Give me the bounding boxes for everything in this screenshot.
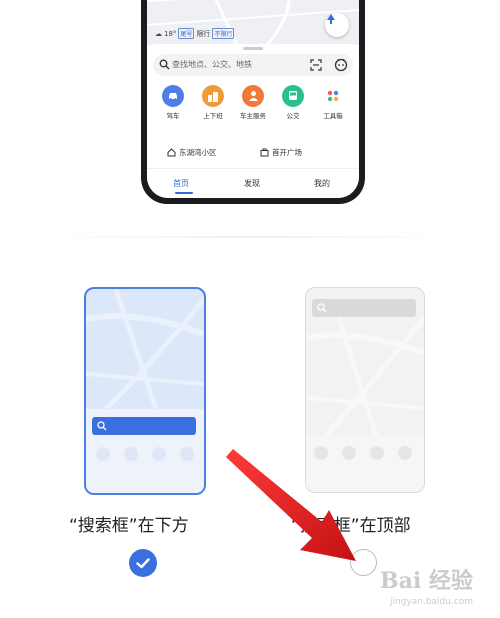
place-work[interactable]: 首开广场 xyxy=(260,147,302,158)
map-view[interactable]: ☁ 18° 尾号 限行 不限行 xyxy=(147,0,359,45)
dot-placeholder xyxy=(152,447,166,461)
dot-placeholder xyxy=(370,446,384,460)
active-tab-indicator xyxy=(175,192,193,194)
watermark-url: jingyan.baidu.com xyxy=(390,597,474,607)
phone-screen: ☁ 18° 尾号 限行 不限行 查找地点、公交、地铁 驾车 上下班 车主服务 公… xyxy=(147,0,359,198)
option-label-bottom[interactable]: “搜索框”在下方 xyxy=(69,511,189,536)
tool-commute[interactable]: 上下班 xyxy=(193,85,233,120)
dot-placeholder xyxy=(124,447,138,461)
tool-label: 驾车 xyxy=(166,112,180,120)
place-home[interactable]: 东湖湾小区 xyxy=(167,147,217,158)
search-icon xyxy=(317,303,327,313)
search-bar-illustration xyxy=(92,417,196,435)
tool-label: 车主服务 xyxy=(240,112,266,120)
tab-discover[interactable]: 发现 xyxy=(244,178,260,189)
search-box[interactable]: 查找地点、公交、地铁 xyxy=(153,54,353,76)
scan-icon[interactable] xyxy=(310,59,322,71)
voice-assistant-icon[interactable] xyxy=(334,58,348,72)
card-lower-panel xyxy=(306,436,424,492)
sheet-handle[interactable] xyxy=(243,47,263,50)
tool-label: 上下班 xyxy=(203,112,223,120)
search-bar-illustration xyxy=(312,299,416,317)
bottom-sheet: 查找地点、公交、地铁 驾车 上下班 车主服务 公交 工具箱 东湖湾小区 首开广场… xyxy=(147,44,359,198)
dot-placeholder xyxy=(96,447,110,461)
car-icon xyxy=(162,85,184,107)
search-icon xyxy=(159,59,170,70)
dot-placeholder xyxy=(342,446,356,460)
car-owner-icon xyxy=(242,85,264,107)
home-icon xyxy=(167,148,176,157)
restriction-badge: 不限行 xyxy=(212,28,235,39)
search-placeholder: 查找地点、公交、地铁 xyxy=(172,60,252,69)
option-radio-selected[interactable] xyxy=(129,549,157,577)
tool-label: 公交 xyxy=(286,112,300,120)
tool-label: 工具箱 xyxy=(323,112,343,120)
layout-option-search-top[interactable] xyxy=(305,287,425,493)
bus-icon xyxy=(282,85,304,107)
limit-text: 限行 xyxy=(196,29,211,38)
tab-mine[interactable]: 我的 xyxy=(314,178,330,189)
section-divider xyxy=(40,236,460,238)
dot-placeholder xyxy=(314,446,328,460)
place-label: 首开广场 xyxy=(272,148,302,157)
watermark-brand: Bai 经验 xyxy=(380,568,473,594)
tool-car-owner[interactable]: 车主服务 xyxy=(233,85,273,120)
weather-restriction[interactable]: ☁ 18° 尾号 限行 不限行 xyxy=(155,28,235,39)
tab-home[interactable]: 首页 xyxy=(173,178,189,189)
layout-option-search-bottom[interactable] xyxy=(84,287,206,495)
arrow-up-icon xyxy=(327,14,335,24)
tool-drive[interactable]: 驾车 xyxy=(153,85,193,120)
plate-badge: 尾号 xyxy=(178,28,195,39)
search-icon xyxy=(97,421,107,431)
option-label-top[interactable]: “搜索框”在顶部 xyxy=(291,511,411,536)
cloud-icon: ☁ xyxy=(155,29,162,38)
dot-placeholder xyxy=(180,447,194,461)
tab-bar: 首页 发现 我的 xyxy=(147,168,359,198)
map-illustration xyxy=(86,289,204,409)
place-label: 东湖湾小区 xyxy=(179,148,217,157)
dot-placeholder xyxy=(398,446,412,460)
locate-button[interactable] xyxy=(325,13,349,37)
option-radio-unselected[interactable] xyxy=(350,549,377,576)
temperature: 18° xyxy=(164,29,177,38)
tool-toolbox[interactable]: 工具箱 xyxy=(313,85,353,120)
toolbox-icon xyxy=(322,85,344,107)
briefcase-icon xyxy=(260,148,269,157)
watermark: Bai 经验 jingyan.baidu.com xyxy=(380,563,473,607)
commute-icon xyxy=(202,85,224,107)
checkmark-icon xyxy=(136,557,150,568)
tool-bus[interactable]: 公交 xyxy=(273,85,313,120)
